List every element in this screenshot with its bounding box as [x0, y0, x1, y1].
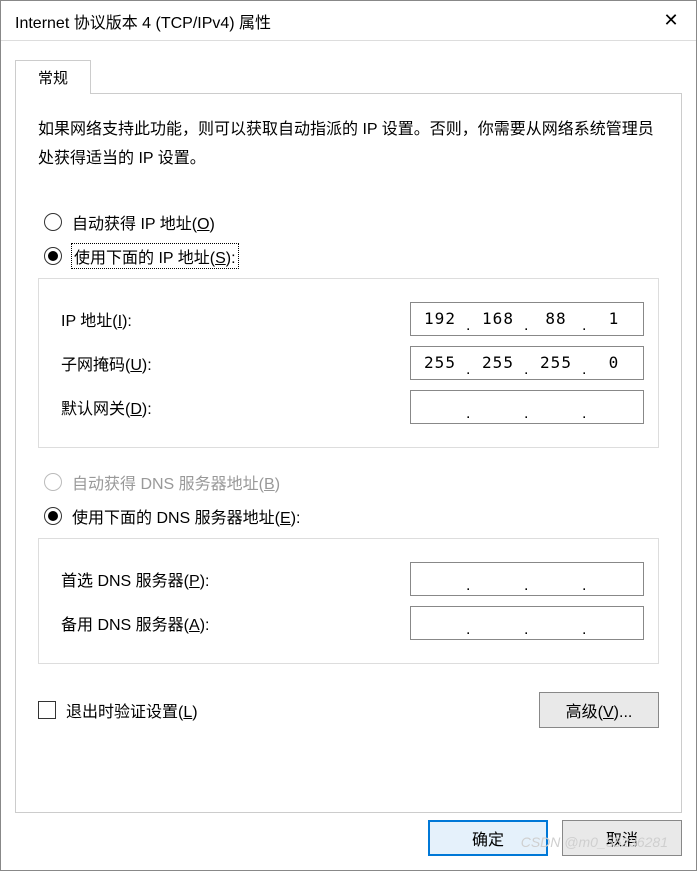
validate-checkbox-label: 退出时验证设置(L) — [66, 698, 198, 722]
subnet-mask-input[interactable]: 255 255 255 0 — [410, 346, 644, 380]
window-title: Internet 协议版本 4 (TCP/IPv4) 属性 — [15, 9, 271, 33]
ip-octet-3[interactable]: 88 — [527, 309, 585, 328]
ip-octet-2[interactable]: 168 — [469, 309, 527, 328]
radio-auto-ip-label: 自动获得 IP 地址(O) — [72, 210, 215, 234]
ip-fields-block: IP 地址(I): 192 168 88 1 子网掩码(U): 255 255 — [38, 278, 659, 448]
dns-fields-block: 首选 DNS 服务器(P): 备用 DNS 服务器(A): — [38, 538, 659, 664]
radio-icon — [44, 473, 62, 491]
content-area: 常规 如果网络支持此功能，则可以获取自动指派的 IP 设置。否则，你需要从网络系… — [1, 41, 696, 813]
ok-button-label: 确定 — [472, 826, 504, 850]
radio-auto-ip[interactable]: 自动获得 IP 地址(O) — [44, 210, 659, 234]
preferred-dns-row: 首选 DNS 服务器(P): — [61, 561, 644, 597]
ip-octet-4[interactable]: 1 — [585, 309, 643, 328]
close-icon: ✕ — [663, 10, 678, 31]
radio-icon — [44, 247, 62, 265]
gateway-input[interactable] — [410, 390, 644, 424]
dialog-footer: 确定 取消 — [428, 820, 682, 856]
mask-octet-3[interactable]: 255 — [527, 353, 585, 372]
gateway-row: 默认网关(D): — [61, 389, 644, 425]
titlebar: Internet 协议版本 4 (TCP/IPv4) 属性 ✕ — [1, 1, 696, 41]
gateway-label: 默认网关(D): — [61, 395, 152, 419]
radio-icon — [44, 507, 62, 525]
validate-checkbox[interactable]: 退出时验证设置(L) — [38, 698, 198, 722]
ip-address-row: IP 地址(I): 192 168 88 1 — [61, 301, 644, 337]
radio-manual-dns[interactable]: 使用下面的 DNS 服务器地址(E): — [44, 504, 659, 528]
alternate-dns-label: 备用 DNS 服务器(A): — [61, 611, 209, 635]
checkbox-icon — [38, 701, 56, 719]
bottom-row: 退出时验证设置(L) 高级(V)... — [38, 692, 659, 728]
subnet-mask-label: 子网掩码(U): — [61, 351, 152, 375]
advanced-button[interactable]: 高级(V)... — [539, 692, 659, 728]
tab-strip: 常规 — [15, 59, 682, 93]
alternate-dns-row: 备用 DNS 服务器(A): — [61, 605, 644, 641]
radio-manual-ip-label: 使用下面的 IP 地址(S): — [72, 244, 238, 268]
tab-panel-general: 如果网络支持此功能，则可以获取自动指派的 IP 设置。否则，你需要从网络系统管理… — [15, 93, 682, 813]
dns-group: 自动获得 DNS 服务器地址(B) 使用下面的 DNS 服务器地址(E): 首选… — [38, 470, 659, 664]
cancel-button[interactable]: 取消 — [562, 820, 682, 856]
ip-group: 自动获得 IP 地址(O) 使用下面的 IP 地址(S): IP 地址(I): … — [38, 210, 659, 448]
ip-address-label: IP 地址(I): — [61, 307, 132, 331]
preferred-dns-label: 首选 DNS 服务器(P): — [61, 567, 209, 591]
radio-auto-dns: 自动获得 DNS 服务器地址(B) — [44, 470, 659, 494]
radio-manual-dns-label: 使用下面的 DNS 服务器地址(E): — [72, 504, 300, 528]
radio-manual-ip[interactable]: 使用下面的 IP 地址(S): — [44, 244, 659, 268]
cancel-button-label: 取消 — [606, 826, 638, 850]
ip-octet-1[interactable]: 192 — [411, 309, 469, 328]
mask-octet-1[interactable]: 255 — [411, 353, 469, 372]
radio-icon — [44, 213, 62, 231]
advanced-button-label: 高级(V)... — [566, 698, 633, 722]
dialog-window: Internet 协议版本 4 (TCP/IPv4) 属性 ✕ 常规 如果网络支… — [0, 0, 697, 871]
subnet-mask-row: 子网掩码(U): 255 255 255 0 — [61, 345, 644, 381]
mask-octet-4[interactable]: 0 — [585, 353, 643, 372]
mask-octet-2[interactable]: 255 — [469, 353, 527, 372]
close-button[interactable]: ✕ — [646, 1, 696, 41]
preferred-dns-input[interactable] — [410, 562, 644, 596]
alternate-dns-input[interactable] — [410, 606, 644, 640]
radio-auto-dns-label: 自动获得 DNS 服务器地址(B) — [72, 470, 280, 494]
ip-address-input[interactable]: 192 168 88 1 — [410, 302, 644, 336]
description-text: 如果网络支持此功能，则可以获取自动指派的 IP 设置。否则，你需要从网络系统管理… — [38, 116, 659, 174]
ok-button[interactable]: 确定 — [428, 820, 548, 856]
tab-general[interactable]: 常规 — [15, 60, 91, 94]
tab-general-label: 常规 — [38, 70, 68, 87]
